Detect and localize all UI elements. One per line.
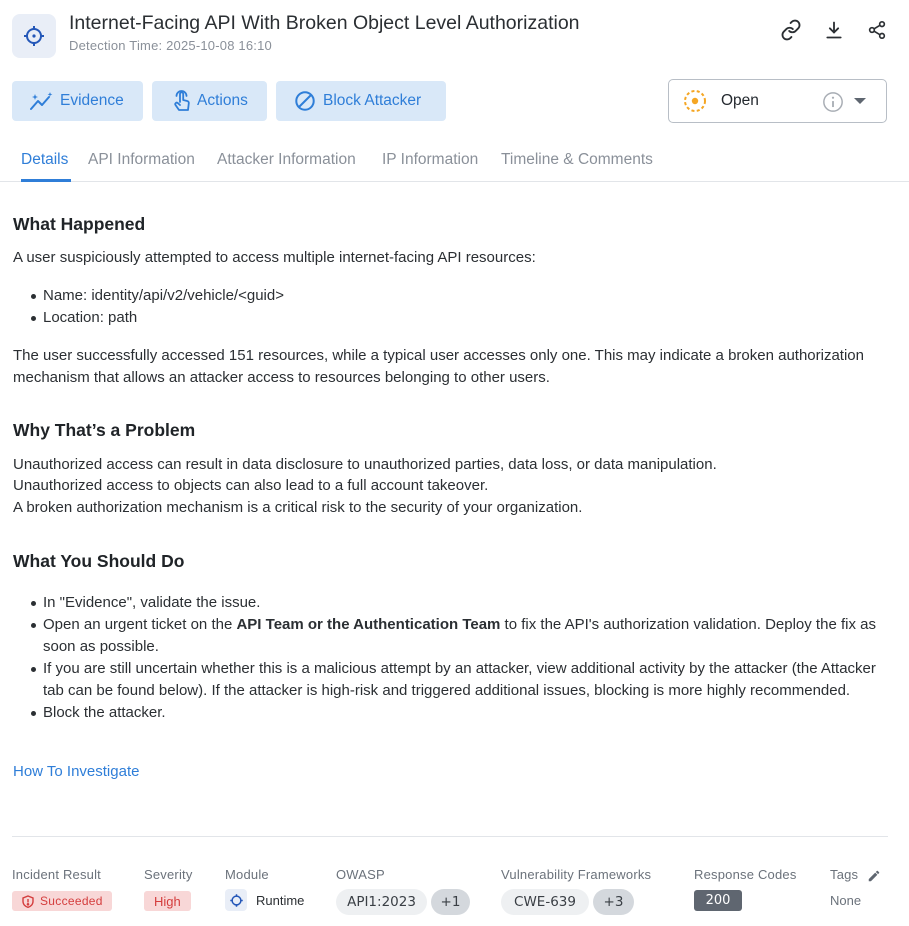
what-to-do-list: In "Evidence", validate the issue. Open … bbox=[13, 592, 883, 724]
action-toolbar: Evidence Actions Block Attacker bbox=[12, 81, 446, 121]
link-icon[interactable] bbox=[779, 18, 803, 42]
evidence-label: Evidence bbox=[60, 92, 124, 109]
incident-result-badge: Succeeded bbox=[12, 891, 112, 911]
tab-timeline-comments[interactable]: Timeline & Comments bbox=[501, 151, 653, 169]
status-label: Open bbox=[721, 92, 759, 109]
module-value: Runtime bbox=[256, 893, 305, 908]
section-heading-why-problem: Why That’s a Problem bbox=[13, 420, 196, 440]
block-icon bbox=[295, 91, 315, 111]
why-problem-line-1: Unauthorized access can result in data d… bbox=[13, 456, 717, 473]
incident-result-value: Succeeded bbox=[40, 894, 103, 908]
section-heading-what-happened: What Happened bbox=[13, 214, 146, 234]
severity-label: Severity bbox=[144, 867, 193, 882]
block-attacker-label: Block Attacker bbox=[323, 92, 422, 109]
shield-alert-icon bbox=[22, 894, 34, 908]
list-item: Open an urgent ticket on the API Team or… bbox=[13, 614, 883, 658]
why-problem-line-3: A broken authorization mechanism is a cr… bbox=[13, 499, 583, 516]
tab-details[interactable]: Details bbox=[21, 151, 68, 169]
evidence-button[interactable]: Evidence bbox=[12, 81, 143, 121]
list-item: In "Evidence", validate the issue. bbox=[13, 592, 883, 614]
tab-ip-information[interactable]: IP Information bbox=[382, 151, 478, 169]
status-select[interactable]: Open bbox=[668, 79, 887, 123]
section-heading-what-to-do: What You Should Do bbox=[13, 551, 185, 571]
list-item-text: Open an urgent ticket on the bbox=[43, 616, 237, 633]
list-item: If you are still uncertain whether this … bbox=[13, 658, 883, 702]
vulnerability-framework-more-tag[interactable]: +3 bbox=[593, 889, 634, 915]
owasp-tag[interactable]: API1:2023 bbox=[336, 889, 427, 915]
sparkle-chart-icon bbox=[30, 92, 53, 110]
owasp-label: OWASP bbox=[336, 867, 385, 882]
tags-value: None bbox=[830, 893, 862, 908]
page-title: Internet-Facing API With Broken Object L… bbox=[69, 12, 580, 34]
what-happened-list: Name: identity/api/v2/vehicle/<guid> Loc… bbox=[13, 285, 863, 329]
vulnerability-framework-tag[interactable]: CWE-639 bbox=[501, 889, 589, 915]
chevron-down-icon[interactable] bbox=[854, 98, 866, 104]
why-problem-line-2: Unauthorized access to objects can also … bbox=[13, 477, 489, 494]
severity-badge: High bbox=[144, 891, 191, 911]
module-label: Module bbox=[225, 867, 269, 882]
list-item: Block the attacker. bbox=[13, 702, 883, 724]
block-attacker-button[interactable]: Block Attacker bbox=[276, 81, 446, 121]
tab-api-information[interactable]: API Information bbox=[88, 151, 195, 169]
info-icon[interactable] bbox=[822, 91, 844, 113]
vulnerability-frameworks-label: Vulnerability Frameworks bbox=[501, 867, 652, 882]
response-code-badge: 200 bbox=[694, 890, 742, 911]
edit-icon[interactable] bbox=[867, 869, 881, 883]
incident-header: Internet-Facing API With Broken Object L… bbox=[12, 12, 889, 62]
share-icon[interactable] bbox=[865, 18, 889, 42]
tags-label: Tags bbox=[830, 867, 859, 882]
what-happened-intro: A user suspiciously attempted to access … bbox=[13, 249, 536, 266]
owasp-more-tag[interactable]: +1 bbox=[431, 889, 470, 915]
list-item: Name: identity/api/v2/vehicle/<guid> bbox=[13, 285, 863, 307]
list-item: Location: path bbox=[13, 307, 863, 329]
actions-button[interactable]: Actions bbox=[152, 81, 267, 121]
team-name: API Team or the Authentication Team bbox=[236, 616, 501, 633]
divider bbox=[12, 836, 888, 837]
tab-bar: Details API Information Attacker Informa… bbox=[0, 142, 909, 182]
how-to-investigate-link[interactable]: How To Investigate bbox=[13, 763, 139, 780]
tab-attacker-information[interactable]: Attacker Information bbox=[217, 151, 356, 169]
active-tab-indicator bbox=[21, 179, 71, 182]
response-codes-label: Response Codes bbox=[694, 867, 797, 882]
incident-result-label: Incident Result bbox=[12, 867, 101, 882]
runtime-icon bbox=[225, 889, 247, 911]
hand-pointer-icon bbox=[174, 90, 190, 111]
status-open-icon bbox=[684, 90, 706, 112]
detection-time: Detection Time: 2025-10-08 16:10 bbox=[69, 38, 272, 53]
what-happened-summary: The user successfully accessed 151 resou… bbox=[13, 347, 864, 386]
actions-label: Actions bbox=[197, 92, 248, 109]
download-icon[interactable] bbox=[822, 18, 846, 42]
crosshair-icon bbox=[12, 14, 56, 58]
